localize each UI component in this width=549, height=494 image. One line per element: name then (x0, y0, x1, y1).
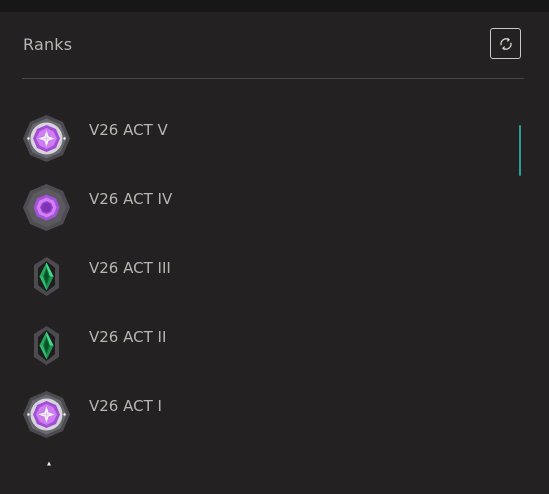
scrollbar-thumb[interactable] (519, 125, 521, 176)
refresh-icon (499, 37, 512, 50)
rank-list: V26 ACT V V26 ACT IV V26 ACT III V26 ACT… (0, 88, 549, 482)
diamond-green-rank-icon (34, 257, 59, 296)
list-item-rank[interactable]: V26 ACT III (0, 247, 515, 316)
rank-label: V26 ACT V (89, 121, 168, 139)
diamond-green-rank-icon (34, 326, 59, 365)
list-item-rank[interactable]: V26 ACT V (0, 109, 515, 178)
refresh-button[interactable] (490, 28, 521, 59)
list-item-rank[interactable]: V26 ACT I (0, 385, 515, 454)
rank-label: V26 ACT III (89, 259, 171, 277)
rank-label: V26 ACT II (89, 328, 167, 346)
header-divider (22, 78, 524, 79)
list-item-rank[interactable]: V26 ACT II (0, 316, 515, 385)
platinum-rank-icon (23, 184, 70, 231)
list-item-rank[interactable]: V26 ACT IV (0, 178, 515, 247)
platinum-star-rank-icon (23, 391, 70, 438)
rank-label: V26 ACT IV (89, 190, 173, 208)
rank-label: V26 ACT I (89, 397, 162, 415)
page-title: Ranks (23, 35, 73, 54)
platinum-star-rank-icon (23, 115, 70, 162)
window-top-bar (0, 0, 549, 12)
partial-rank-icon (47, 461, 51, 466)
